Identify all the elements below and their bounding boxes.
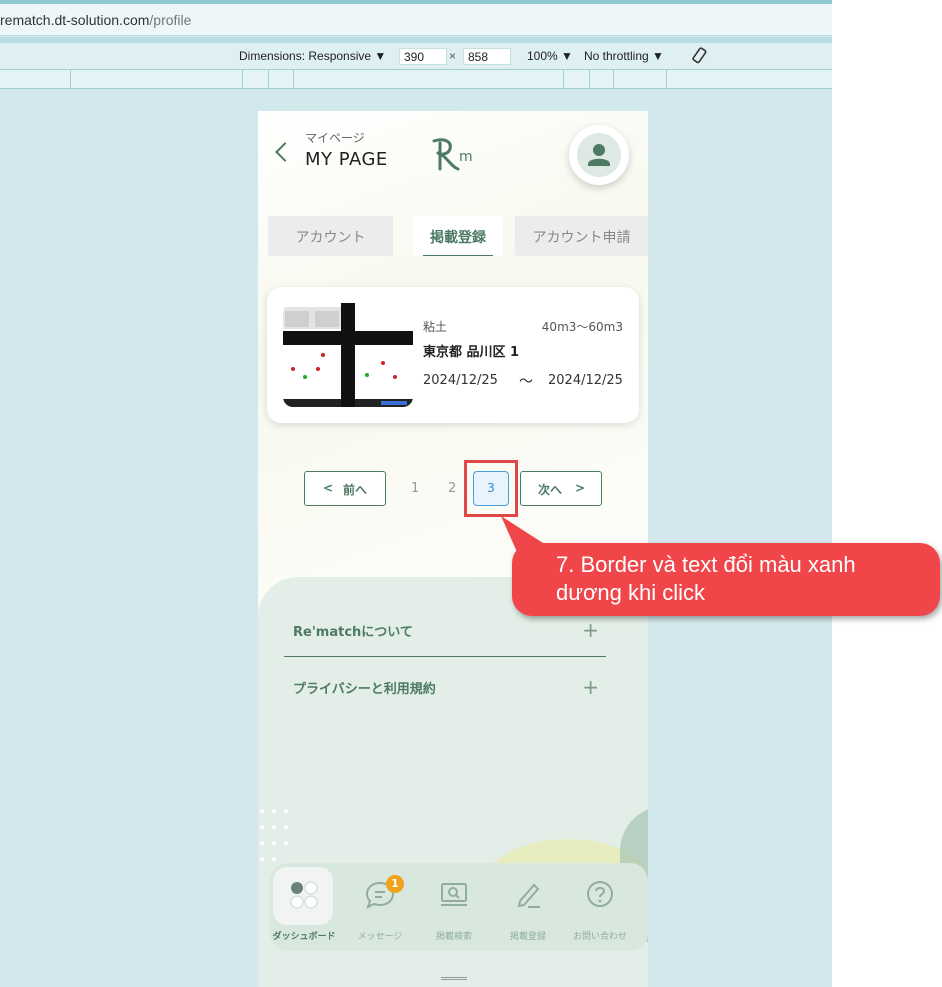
nav-contact[interactable]: お問い合わせ — [566, 863, 634, 951]
chevron-left-icon: < — [323, 481, 334, 495]
listing-location: 東京都 品川区 1 — [423, 345, 520, 360]
listing-date-to: 2024/12/25 — [548, 373, 623, 388]
dimensions-dropdown[interactable]: Dimensions: Responsive ▼ — [239, 49, 386, 63]
prev-page-button[interactable]: < 前へ — [304, 471, 386, 506]
rematch-logo: m — [430, 135, 480, 175]
nav-listing-registration[interactable]: 掲載登録 — [494, 863, 562, 951]
highlight-box — [464, 460, 518, 517]
footer-divider — [284, 656, 606, 657]
listing-card[interactable]: 粘土 40m3〜60m3 東京都 品川区 1 2024/12/25 〜 2024… — [267, 287, 639, 423]
listing-material: 粘土 — [423, 320, 448, 334]
pen-icon — [517, 883, 540, 908]
tab-listing-registration[interactable]: 掲載登録 — [413, 216, 503, 256]
device-toolbar: Dimensions: Responsive ▼ 390 × 858 100% … — [0, 43, 832, 70]
annotation-line-1: 7. Border và text đổi màu xanh — [556, 552, 856, 577]
date-range-tilde: 〜 — [519, 374, 533, 390]
nav-message[interactable]: 1 メッセージ — [346, 863, 414, 951]
back-icon[interactable] — [274, 139, 290, 165]
url-path: /profile — [149, 12, 192, 28]
search-listing-icon — [441, 883, 467, 906]
dashboard-icon — [290, 881, 318, 909]
footer-privacy-accordion[interactable]: プライバシーと利用規約 + — [293, 675, 605, 699]
dimension-times: × — [449, 49, 457, 63]
width-input[interactable]: 390 — [399, 48, 447, 65]
bottom-navigation: ダッシュボード 1 メッセージ 掲載検索 掲載登録 お問い合わせ — [270, 863, 648, 951]
page-subtitle: マイページ — [305, 131, 365, 145]
chevron-down-icon: ▼ — [652, 49, 664, 63]
question-icon — [587, 881, 613, 907]
annotation-line-2: dương khi click — [556, 580, 705, 605]
logo-text: m — [459, 149, 473, 165]
throttling-dropdown[interactable]: No throttling ▼ — [584, 49, 664, 63]
chevron-right-icon: > — [575, 481, 586, 495]
height-input[interactable]: 858 — [463, 48, 511, 65]
chevron-down-icon: ▼ — [561, 49, 573, 63]
page-background-right — [832, 0, 942, 987]
page-1[interactable]: 1 — [411, 481, 419, 496]
media-query-ruler — [0, 70, 832, 89]
next-page-button[interactable]: 次へ > — [520, 471, 602, 506]
avatar[interactable] — [569, 125, 629, 185]
listing-thumbnail — [283, 303, 413, 407]
annotation-callout: 7. Border và text đổi màu xanh dương khi… — [512, 543, 940, 616]
listing-date-from: 2024/12/25 — [423, 373, 498, 388]
profile-tabs: アカウント 掲載登録 アカウント申請 — [268, 216, 648, 256]
listing-volume: 40m3〜60m3 — [541, 320, 623, 334]
page-title: MY PAGE — [305, 149, 388, 170]
plus-icon: + — [582, 618, 599, 642]
tab-account[interactable]: アカウント — [268, 216, 393, 256]
resize-handle-bottom[interactable] — [441, 977, 467, 980]
message-badge: 1 — [386, 875, 404, 893]
tab-account-application[interactable]: アカウント申請 — [515, 216, 648, 256]
address-bar[interactable]: rematch.dt-solution.com/profile — [0, 4, 832, 36]
user-icon — [588, 144, 610, 166]
nav-listing-search[interactable]: 掲載検索 — [420, 863, 488, 951]
footer-about-accordion[interactable]: Re'matchについて + — [293, 618, 605, 642]
url-host: rematch.dt-solution.com — [0, 12, 150, 28]
decor-dots — [258, 807, 298, 867]
zoom-dropdown[interactable]: 100% ▼ — [527, 49, 573, 63]
url-text[interactable]: rematch.dt-solution.com/profile — [0, 12, 191, 28]
nav-dashboard[interactable]: ダッシュボード — [270, 863, 338, 951]
page-2[interactable]: 2 — [448, 481, 456, 496]
plus-icon: + — [582, 675, 599, 699]
chevron-down-icon: ▼ — [374, 49, 387, 63]
rotate-icon[interactable] — [690, 46, 708, 67]
